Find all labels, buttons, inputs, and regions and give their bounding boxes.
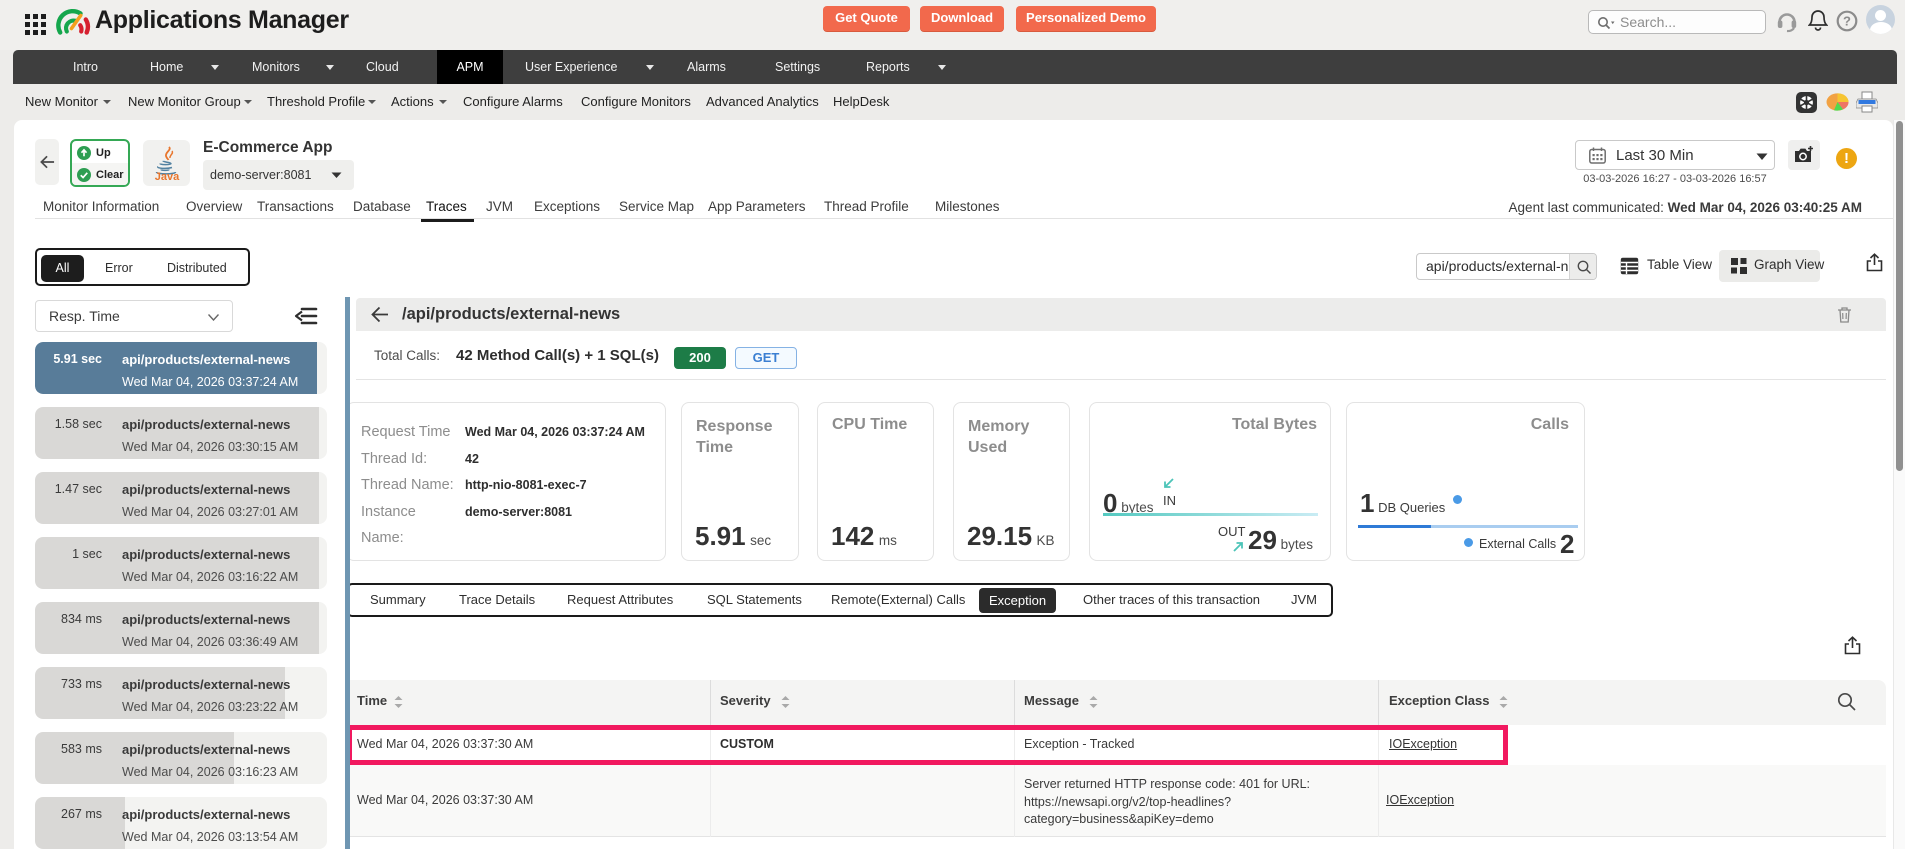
svg-text:Java: Java [155, 171, 180, 181]
svg-text:?: ? [1843, 14, 1851, 29]
